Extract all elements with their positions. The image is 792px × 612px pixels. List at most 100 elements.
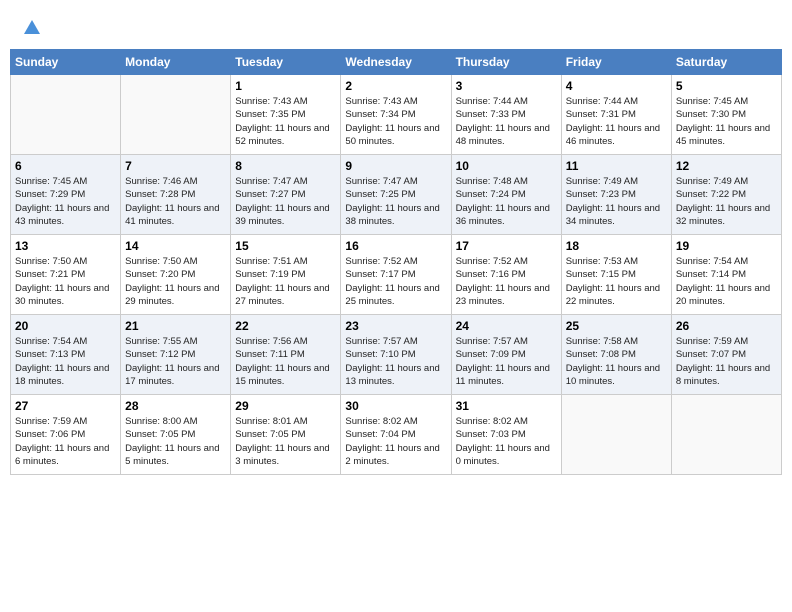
day-number: 3 — [456, 79, 557, 93]
calendar-cell: 13 Sunrise: 7:50 AMSunset: 7:21 PMDayligh… — [11, 235, 121, 315]
calendar-cell: 22 Sunrise: 7:56 AMSunset: 7:11 PMDayligh… — [231, 315, 341, 395]
calendar-cell: 2 Sunrise: 7:43 AMSunset: 7:34 PMDaylight… — [341, 75, 451, 155]
weekday-header: Wednesday — [341, 50, 451, 75]
page-header — [10, 10, 782, 49]
day-info: Sunrise: 7:54 AMSunset: 7:14 PMDaylight:… — [676, 255, 777, 308]
day-info: Sunrise: 7:53 AMSunset: 7:15 PMDaylight:… — [566, 255, 667, 308]
day-number: 24 — [456, 319, 557, 333]
day-number: 30 — [345, 399, 446, 413]
calendar-cell: 27 Sunrise: 7:59 AMSunset: 7:06 PMDayligh… — [11, 395, 121, 475]
day-info: Sunrise: 7:58 AMSunset: 7:08 PMDaylight:… — [566, 335, 667, 388]
calendar-cell: 16 Sunrise: 7:52 AMSunset: 7:17 PMDayligh… — [341, 235, 451, 315]
calendar-cell: 5Sunrise: 7:45 AMSunset: 7:30 PMDaylight… — [671, 75, 781, 155]
calendar-cell: 9 Sunrise: 7:47 AMSunset: 7:25 PMDaylight… — [341, 155, 451, 235]
day-number: 13 — [15, 239, 116, 253]
day-number: 7 — [125, 159, 226, 173]
calendar-week-row: 1Sunrise: 7:43 AMSunset: 7:35 PMDaylight… — [11, 75, 782, 155]
day-number: 15 — [235, 239, 336, 253]
calendar-cell: 29 Sunrise: 8:01 AMSunset: 7:05 PMDayligh… — [231, 395, 341, 475]
day-number: 8 — [235, 159, 336, 173]
day-number: 20 — [15, 319, 116, 333]
day-info: Sunrise: 7:57 AMSunset: 7:10 PMDaylight:… — [345, 335, 446, 388]
day-number: 28 — [125, 399, 226, 413]
day-number: 16 — [345, 239, 446, 253]
day-info: Sunrise: 7:54 AMSunset: 7:13 PMDaylight:… — [15, 335, 116, 388]
calendar-cell: 19 Sunrise: 7:54 AMSunset: 7:14 PMDayligh… — [671, 235, 781, 315]
calendar-cell: 8Sunrise: 7:47 AMSunset: 7:27 PMDaylight… — [231, 155, 341, 235]
day-info: Sunrise: 8:00 AMSunset: 7:05 PMDaylight:… — [125, 415, 226, 468]
day-info: Sunrise: 7:52 AMSunset: 7:17 PMDaylight:… — [345, 255, 446, 308]
day-number: 9 — [345, 159, 446, 173]
calendar-cell: 14 Sunrise: 7:50 AMSunset: 7:20 PMDayligh… — [121, 235, 231, 315]
day-number: 12 — [676, 159, 777, 173]
day-info: Sunrise: 7:57 AMSunset: 7:09 PMDaylight:… — [456, 335, 557, 388]
day-number: 14 — [125, 239, 226, 253]
calendar-cell: 15 Sunrise: 7:51 AMSunset: 7:19 PMDayligh… — [231, 235, 341, 315]
day-info: Sunrise: 8:01 AMSunset: 7:05 PMDaylight:… — [235, 415, 336, 468]
day-number: 25 — [566, 319, 667, 333]
day-number: 29 — [235, 399, 336, 413]
day-number: 17 — [456, 239, 557, 253]
calendar-cell: 20 Sunrise: 7:54 AMSunset: 7:13 PMDayligh… — [11, 315, 121, 395]
day-info: Sunrise: 8:02 AMSunset: 7:04 PMDaylight:… — [345, 415, 446, 468]
calendar-cell: 25 Sunrise: 7:58 AMSunset: 7:08 PMDayligh… — [561, 315, 671, 395]
logo-icon — [22, 18, 42, 38]
calendar-cell: 1Sunrise: 7:43 AMSunset: 7:35 PMDaylight… — [231, 75, 341, 155]
day-info: Sunrise: 7:50 AMSunset: 7:20 PMDaylight:… — [125, 255, 226, 308]
day-number: 23 — [345, 319, 446, 333]
day-info: Sunrise: 7:48 AMSunset: 7:24 PMDaylight:… — [456, 175, 557, 228]
day-number: 18 — [566, 239, 667, 253]
day-info: Sunrise: 7:59 AMSunset: 7:07 PMDaylight:… — [676, 335, 777, 388]
day-number: 19 — [676, 239, 777, 253]
day-info: Sunrise: 7:59 AMSunset: 7:06 PMDaylight:… — [15, 415, 116, 468]
day-info: Sunrise: 7:51 AMSunset: 7:19 PMDaylight:… — [235, 255, 336, 308]
calendar-cell: 17 Sunrise: 7:52 AMSunset: 7:16 PMDayligh… — [451, 235, 561, 315]
calendar-cell: 3 Sunrise: 7:44 AMSunset: 7:33 PMDaylight… — [451, 75, 561, 155]
day-info: Sunrise: 7:52 AMSunset: 7:16 PMDaylight:… — [456, 255, 557, 308]
day-info: Sunrise: 8:02 AMSunset: 7:03 PMDaylight:… — [456, 415, 557, 468]
day-number: 11 — [566, 159, 667, 173]
calendar-table: SundayMondayTuesdayWednesdayThursdayFrid… — [10, 49, 782, 475]
day-info: Sunrise: 7:50 AMSunset: 7:21 PMDaylight:… — [15, 255, 116, 308]
calendar-cell: 18 Sunrise: 7:53 AMSunset: 7:15 PMDayligh… — [561, 235, 671, 315]
calendar-cell — [11, 75, 121, 155]
calendar-cell: 30 Sunrise: 8:02 AMSunset: 7:04 PMDayligh… — [341, 395, 451, 475]
calendar-cell — [121, 75, 231, 155]
day-info: Sunrise: 7:43 AMSunset: 7:34 PMDaylight:… — [345, 95, 446, 148]
day-info: Sunrise: 7:45 AMSunset: 7:29 PMDaylight:… — [15, 175, 116, 228]
day-number: 21 — [125, 319, 226, 333]
weekday-header: Friday — [561, 50, 671, 75]
day-number: 22 — [235, 319, 336, 333]
calendar-cell: 21 Sunrise: 7:55 AMSunset: 7:12 PMDayligh… — [121, 315, 231, 395]
day-info: Sunrise: 7:47 AMSunset: 7:25 PMDaylight:… — [345, 175, 446, 228]
day-number: 1 — [235, 79, 336, 93]
calendar-cell — [561, 395, 671, 475]
day-info: Sunrise: 7:49 AMSunset: 7:22 PMDaylight:… — [676, 175, 777, 228]
day-number: 2 — [345, 79, 446, 93]
day-info: Sunrise: 7:44 AMSunset: 7:33 PMDaylight:… — [456, 95, 557, 148]
calendar-week-row: 13 Sunrise: 7:50 AMSunset: 7:21 PMDayligh… — [11, 235, 782, 315]
calendar-cell: 28 Sunrise: 8:00 AMSunset: 7:05 PMDayligh… — [121, 395, 231, 475]
day-number: 4 — [566, 79, 667, 93]
weekday-header: Tuesday — [231, 50, 341, 75]
calendar-week-row: 6 Sunrise: 7:45 AMSunset: 7:29 PMDaylight… — [11, 155, 782, 235]
weekday-header: Thursday — [451, 50, 561, 75]
day-number: 31 — [456, 399, 557, 413]
calendar-cell: 11Sunrise: 7:49 AMSunset: 7:23 PMDayligh… — [561, 155, 671, 235]
day-info: Sunrise: 7:46 AMSunset: 7:28 PMDaylight:… — [125, 175, 226, 228]
calendar-week-row: 20 Sunrise: 7:54 AMSunset: 7:13 PMDayligh… — [11, 315, 782, 395]
calendar-week-row: 27 Sunrise: 7:59 AMSunset: 7:06 PMDayligh… — [11, 395, 782, 475]
weekday-header: Sunday — [11, 50, 121, 75]
day-info: Sunrise: 7:56 AMSunset: 7:11 PMDaylight:… — [235, 335, 336, 388]
weekday-header: Monday — [121, 50, 231, 75]
weekday-header-row: SundayMondayTuesdayWednesdayThursdayFrid… — [11, 50, 782, 75]
day-info: Sunrise: 7:44 AMSunset: 7:31 PMDaylight:… — [566, 95, 667, 148]
calendar-cell: 26Sunrise: 7:59 AMSunset: 7:07 PMDayligh… — [671, 315, 781, 395]
calendar-cell: 12 Sunrise: 7:49 AMSunset: 7:22 PMDayligh… — [671, 155, 781, 235]
day-number: 6 — [15, 159, 116, 173]
day-number: 27 — [15, 399, 116, 413]
day-info: Sunrise: 7:55 AMSunset: 7:12 PMDaylight:… — [125, 335, 226, 388]
logo — [20, 18, 42, 43]
calendar-cell: 24 Sunrise: 7:57 AMSunset: 7:09 PMDayligh… — [451, 315, 561, 395]
calendar-cell: 7 Sunrise: 7:46 AMSunset: 7:28 PMDaylight… — [121, 155, 231, 235]
